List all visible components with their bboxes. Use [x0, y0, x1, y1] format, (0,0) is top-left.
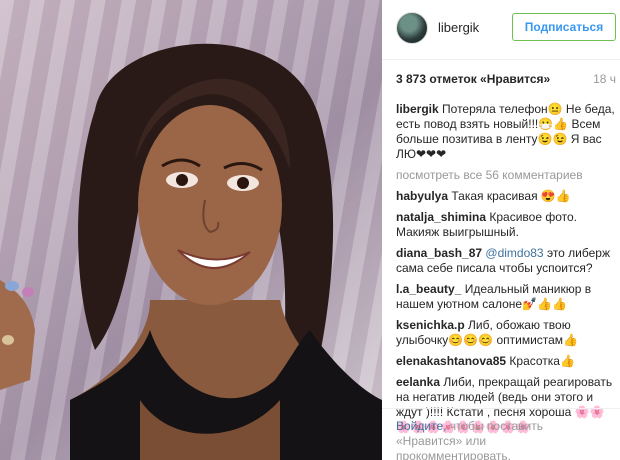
list-item: l.a_beauty_ Идеальный маникюр в нашем ую…: [396, 282, 616, 312]
follow-button[interactable]: Подписаться: [512, 13, 616, 41]
post-photo[interactable]: [0, 0, 382, 460]
comment-author[interactable]: habyulya: [396, 189, 448, 203]
post-header: libergik Подписаться: [382, 0, 620, 60]
comment-author[interactable]: eelanka: [396, 375, 440, 389]
view-all-comments-link[interactable]: посмотреть все 56 комментариев: [396, 168, 616, 183]
list-item: habyulya Такая красивая 😍👍: [396, 189, 616, 204]
list-item: diana_bash_87 @dimdo83 это либерж сама с…: [396, 246, 616, 276]
comment-text: Красотка👍: [509, 354, 575, 368]
nail: [5, 281, 19, 291]
comment-author[interactable]: elenakashtanova85: [396, 354, 506, 368]
selfie-illustration: [0, 43, 382, 460]
face: [138, 105, 282, 305]
login-prompt-end: прокомментировать.: [396, 449, 511, 460]
likes-count[interactable]: 3 873 отметок «Нравится»: [396, 72, 550, 86]
comment-author[interactable]: ksenichka.p: [396, 318, 465, 332]
likes-row: 3 873 отметок «Нравится» 18 ч: [396, 72, 616, 90]
login-prompt-text: Войдите, чтобы поставить «Нравится» или …: [396, 419, 596, 460]
comment-author[interactable]: diana_bash_87: [396, 246, 482, 260]
post-side-panel: libergik Подписаться 3 873 отметок «Нрав…: [382, 0, 620, 460]
comment-mention[interactable]: @dimdo83: [485, 246, 543, 260]
comments-list: libergik Потеряла телефон😐 Не беда, есть…: [396, 102, 616, 441]
login-link[interactable]: Войдите,: [396, 419, 446, 433]
list-item: ksenichka.p Либ, обожаю твою улыбочку😊😊😊…: [396, 318, 616, 348]
comment-text: Такая красивая 😍👍: [451, 189, 571, 203]
username-link[interactable]: libergik: [438, 20, 479, 35]
list-item: elenakashtanova85 Красотка👍: [396, 354, 616, 369]
avatar[interactable]: [396, 12, 428, 44]
post-time[interactable]: 18 ч: [593, 72, 616, 86]
caption: libergik Потеряла телефон😐 Не беда, есть…: [396, 102, 616, 162]
list-item: natalja_shimina Красивое фото. Макияж вы…: [396, 210, 616, 240]
login-prompt: Войдите, чтобы поставить «Нравится» или …: [382, 408, 620, 460]
comment-author[interactable]: natalja_shimina: [396, 210, 486, 224]
comment-author[interactable]: l.a_beauty_: [396, 282, 461, 296]
comment-author[interactable]: libergik: [396, 102, 439, 116]
